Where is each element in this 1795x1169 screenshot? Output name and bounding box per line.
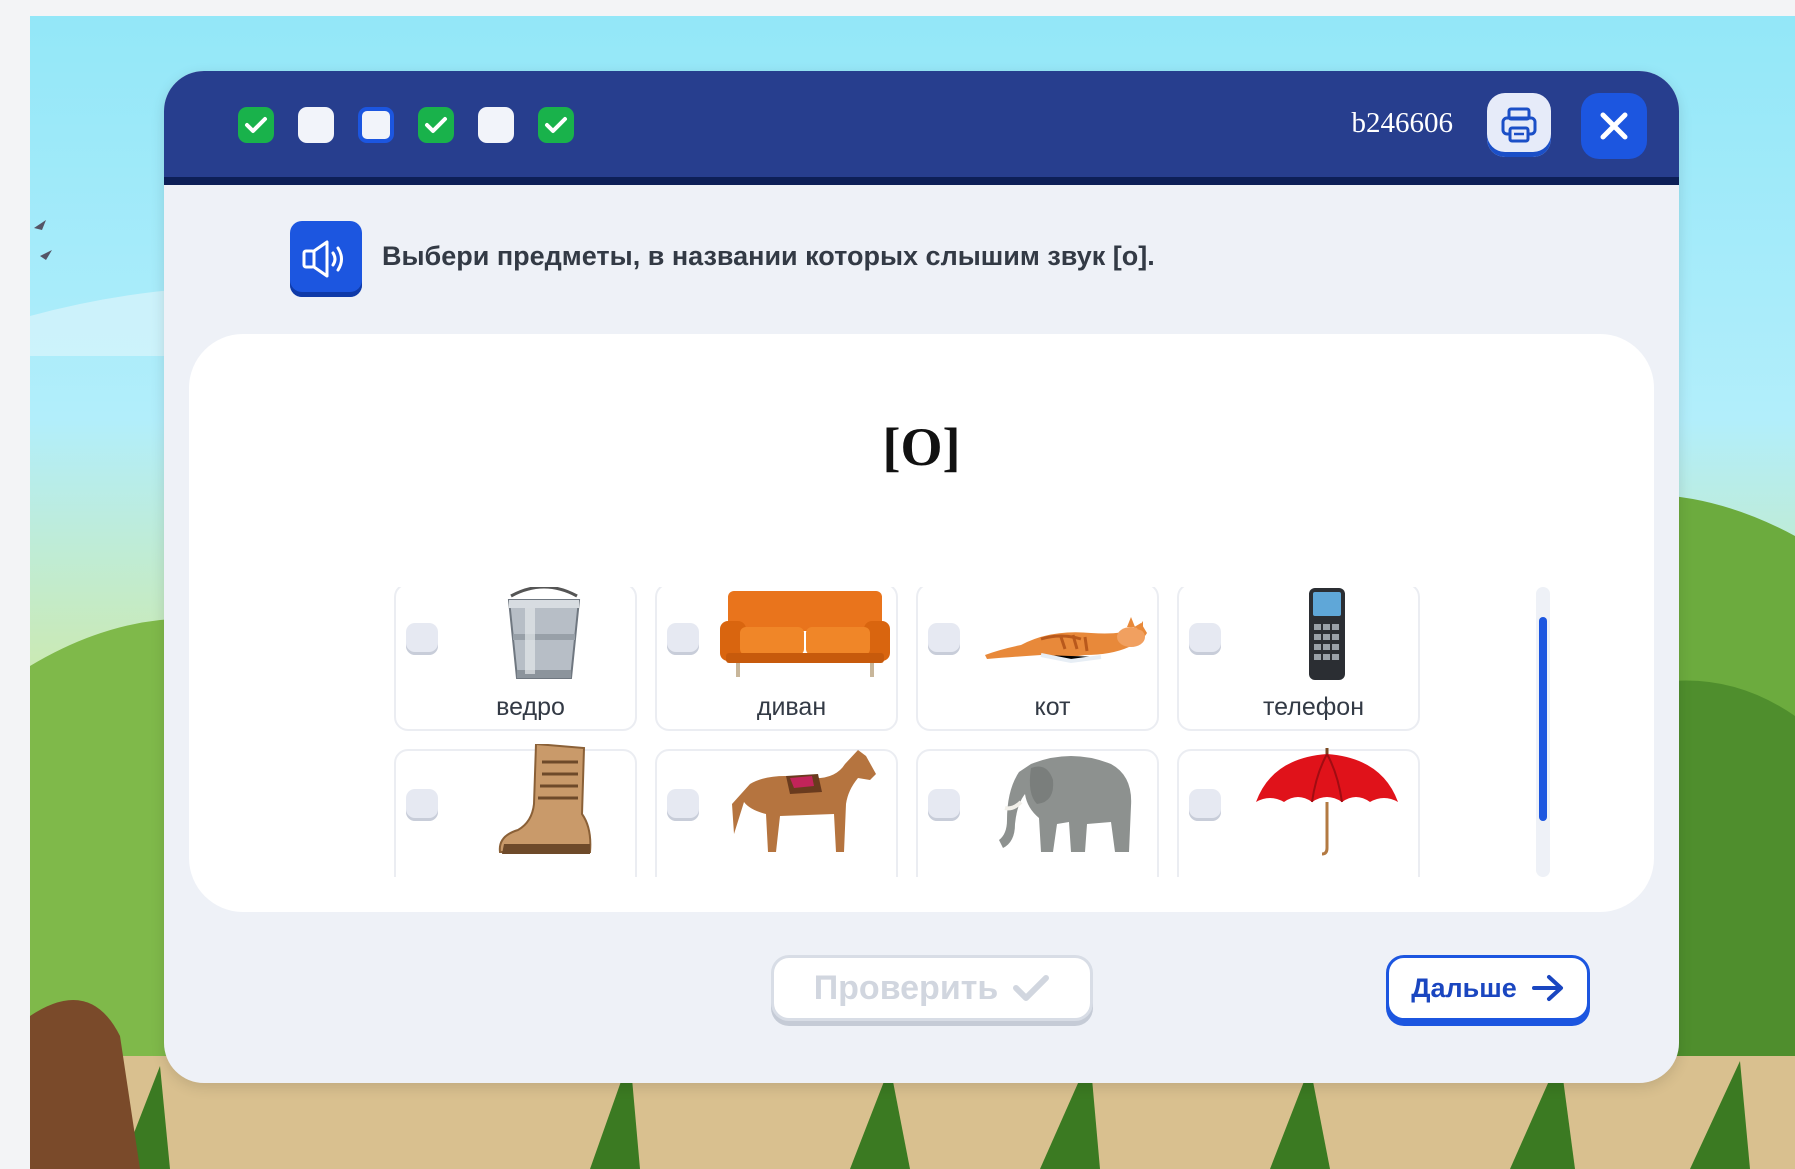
- progress-step-2[interactable]: [298, 107, 334, 143]
- answer-option[interactable]: телефон: [1177, 587, 1420, 731]
- option-checkbox[interactable]: [406, 623, 438, 655]
- speaker-icon: [302, 240, 343, 278]
- option-checkbox[interactable]: [928, 789, 960, 821]
- answer-option[interactable]: кот: [916, 587, 1159, 731]
- option-label: телефон: [1262, 693, 1364, 721]
- option-label: диван: [756, 693, 827, 721]
- phone-icon: [1234, 587, 1419, 683]
- progress-step-3[interactable]: [358, 107, 394, 143]
- next-button[interactable]: Дальше: [1386, 955, 1590, 1021]
- answer-option[interactable]: [655, 749, 898, 877]
- option-checkbox[interactable]: [1189, 789, 1221, 821]
- task-card: [О] ведро диван кот телефон: [189, 334, 1654, 912]
- answer-option[interactable]: ведро: [394, 587, 637, 731]
- task-modal: b246606 Выбери предметы, в названии кото…: [164, 71, 1679, 1083]
- option-label: ведро: [496, 693, 565, 721]
- option-checkbox[interactable]: [667, 789, 699, 821]
- cat-icon: [973, 587, 1158, 683]
- answer-option[interactable]: [1177, 748, 1420, 877]
- print-button[interactable]: [1487, 93, 1551, 157]
- check-button-label: Проверить: [813, 968, 999, 1007]
- close-icon: [1600, 112, 1628, 140]
- next-button-label: Дальше: [1411, 972, 1517, 1003]
- option-checkbox[interactable]: [667, 623, 699, 655]
- check-icon: [545, 117, 567, 133]
- printer-icon: [1501, 107, 1537, 143]
- task-instruction: Выбери предметы, в названии которых слыш…: [382, 241, 1155, 271]
- answer-option[interactable]: [916, 749, 1159, 877]
- grid-scrollbar[interactable]: [1536, 587, 1550, 877]
- scrollbar-thumb[interactable]: [1539, 617, 1547, 821]
- option-checkbox[interactable]: [1189, 623, 1221, 655]
- progress-step-6[interactable]: [538, 107, 574, 143]
- answer-grid-viewport: ведро диван кот телефон: [394, 587, 1439, 877]
- target-sound: [О]: [882, 417, 961, 477]
- check-icon: [425, 117, 447, 133]
- answer-option[interactable]: диван: [655, 587, 898, 731]
- answer-option[interactable]: [394, 744, 637, 877]
- option-checkbox[interactable]: [928, 623, 960, 655]
- arrow-right-icon: [1531, 975, 1563, 1001]
- boot-icon: [451, 744, 636, 854]
- answer-grid: ведро диван кот телефон: [394, 587, 1420, 877]
- progress-indicator: [238, 107, 574, 143]
- option-label: кот: [1034, 693, 1071, 721]
- play-audio-button[interactable]: [290, 221, 362, 297]
- horse-icon: [712, 750, 897, 852]
- option-checkbox[interactable]: [406, 789, 438, 821]
- task-id: b246606: [1351, 107, 1454, 139]
- check-button[interactable]: Проверить: [771, 955, 1093, 1021]
- modal-header: b246606: [164, 71, 1679, 185]
- umbrella-icon: [1234, 748, 1419, 856]
- checkmark-icon: [1013, 975, 1050, 1001]
- progress-step-4[interactable]: [418, 107, 454, 143]
- bucket-icon: [451, 587, 636, 683]
- check-icon: [245, 117, 267, 133]
- close-button[interactable]: [1581, 93, 1647, 159]
- sofa-icon: [712, 587, 897, 683]
- progress-step-1[interactable]: [238, 107, 274, 143]
- progress-step-5[interactable]: [478, 107, 514, 143]
- elephant-icon: [973, 751, 1158, 852]
